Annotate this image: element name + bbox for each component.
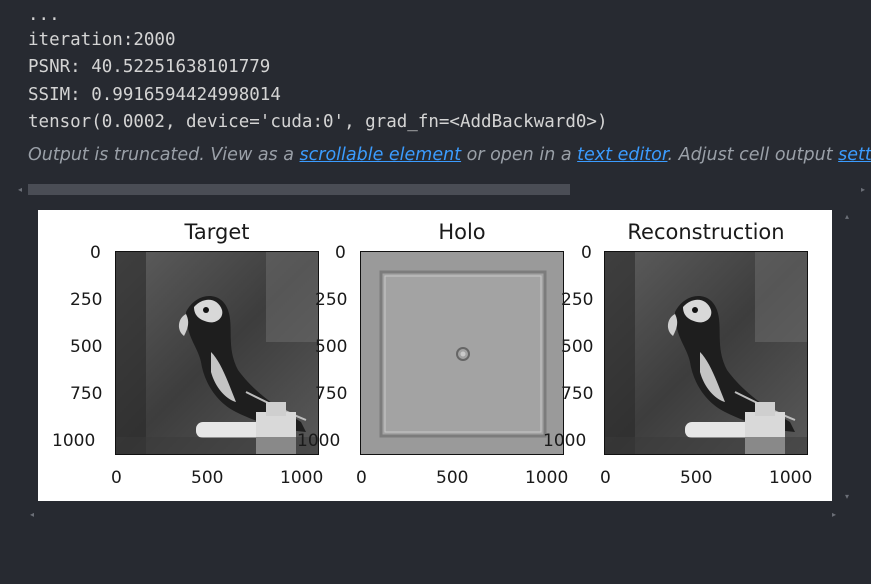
horizontal-scroll-thumb[interactable] xyxy=(28,184,570,195)
holo-phase-image xyxy=(361,252,563,454)
reconstruction-y-tick-0: 0 xyxy=(581,243,592,263)
target-x-tick-1000: 1000 xyxy=(280,468,324,488)
truncation-notice: Output is truncated. View as a scrollabl… xyxy=(28,143,871,167)
target-y-tick-750: 750 xyxy=(70,384,103,404)
holo-x-tick-1000: 1000 xyxy=(525,468,569,488)
target-image-axes xyxy=(115,251,319,455)
output-iteration: iteration:2000 xyxy=(28,30,176,50)
output-ellipsis: ... xyxy=(28,5,60,25)
reconstruction-x-tick-0: 0 xyxy=(600,468,611,488)
output-tensor: tensor(0.0002, device='cuda:0', grad_fn=… xyxy=(28,112,608,132)
holo-x-tick-0: 0 xyxy=(356,468,367,488)
output-ssim: SSIM: 0.9916594424998014 xyxy=(28,85,281,105)
scroll-up-icon[interactable]: ▴ xyxy=(845,212,849,221)
target-y-tick-250: 250 xyxy=(70,290,103,310)
text-editor-link[interactable]: text editor xyxy=(577,145,667,165)
reconstruction-image-axes xyxy=(604,251,808,455)
holo-y-tick-1000: 1000 xyxy=(297,431,341,451)
holo-image-axes xyxy=(360,251,564,455)
reconstruction-y-tick-1000: 1000 xyxy=(543,431,587,451)
truncation-suffix: . Adjust cell output xyxy=(667,145,839,165)
target-y-tick-500: 500 xyxy=(70,337,103,357)
target-parrot-image xyxy=(116,252,318,454)
scroll-down-icon[interactable]: ▾ xyxy=(845,492,849,501)
holo-y-tick-500: 500 xyxy=(315,337,348,357)
reconstruction-y-tick-250: 250 xyxy=(561,290,594,310)
target-y-tick-1000: 1000 xyxy=(52,431,96,451)
panel-title-reconstruction: Reconstruction xyxy=(627,220,785,244)
truncation-middle: or open in a xyxy=(461,145,578,165)
panel-title-target: Target xyxy=(184,220,250,244)
target-x-tick-0: 0 xyxy=(111,468,122,488)
reconstruction-y-tick-500: 500 xyxy=(561,337,594,357)
target-y-tick-0: 0 xyxy=(90,243,101,263)
reconstruction-x-tick-500: 500 xyxy=(680,468,713,488)
output-scroll-right-icon[interactable]: ▸ xyxy=(832,511,836,519)
scroll-left-icon[interactable]: ◂ xyxy=(18,186,22,194)
holo-y-tick-0: 0 xyxy=(335,243,346,263)
output-scroll-left-icon[interactable]: ◂ xyxy=(30,511,34,519)
output-psnr: PSNR: 40.52251638101779 xyxy=(28,57,271,77)
target-x-tick-500: 500 xyxy=(191,468,224,488)
plot-figure: Target 0 250 500 750 1000 0 500 1000 Hol… xyxy=(38,210,832,501)
holo-y-tick-750: 750 xyxy=(315,384,348,404)
scrollable-element-link[interactable]: scrollable element xyxy=(300,145,462,165)
horizontal-scrollbar[interactable] xyxy=(28,184,864,195)
truncation-prefix: Output is truncated. View as a xyxy=(28,145,300,165)
holo-x-tick-500: 500 xyxy=(436,468,469,488)
reconstruction-x-tick-1000: 1000 xyxy=(769,468,813,488)
settings-link[interactable]: settings xyxy=(838,145,871,165)
scroll-right-icon[interactable]: ▸ xyxy=(861,186,865,194)
reconstruction-parrot-image xyxy=(605,252,807,454)
reconstruction-y-tick-750: 750 xyxy=(561,384,594,404)
panel-title-holo: Holo xyxy=(438,220,486,244)
holo-y-tick-250: 250 xyxy=(315,290,348,310)
